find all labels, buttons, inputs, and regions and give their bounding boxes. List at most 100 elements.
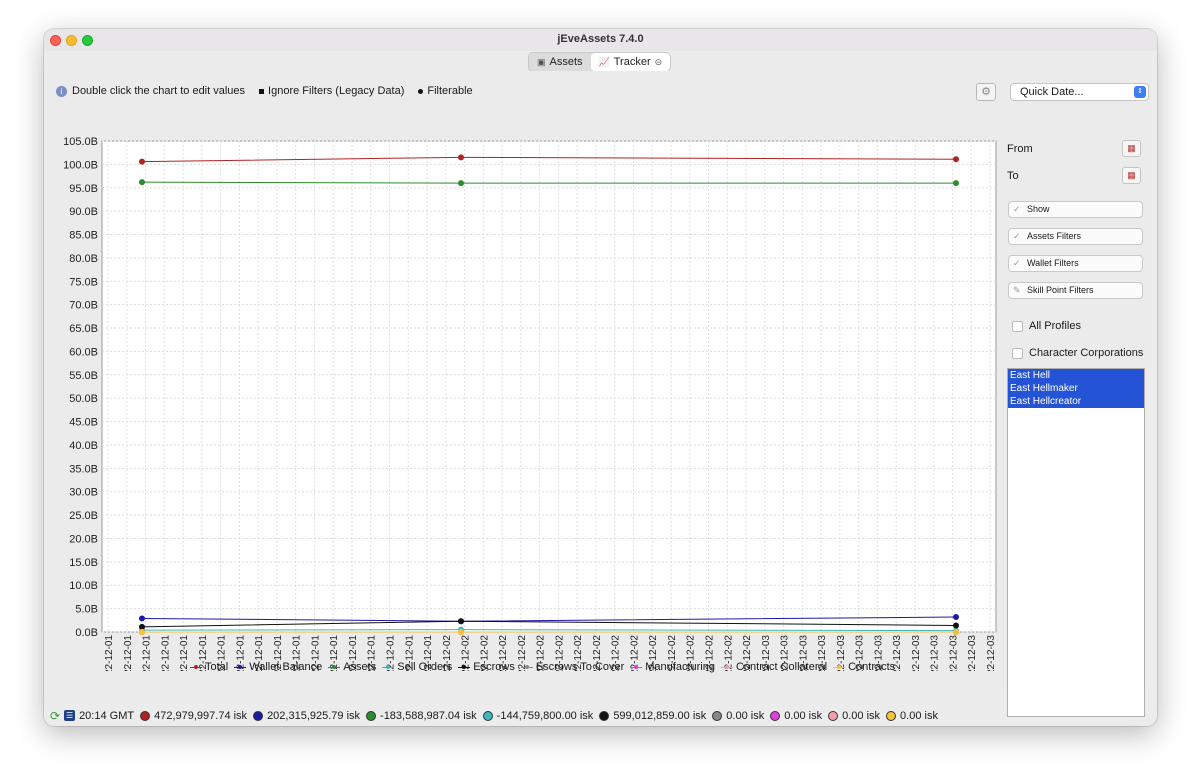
tab-assets[interactable]: ▣ Assets	[529, 53, 591, 71]
tab-tracker[interactable]: 📈 Tracker ⊝	[590, 53, 671, 71]
data-point	[953, 629, 959, 635]
x-tick-label: 2022-12-03	[930, 635, 941, 671]
legend-swatch	[630, 663, 643, 671]
legend-item: Manufacturing	[630, 661, 715, 673]
all-profiles-checkbox[interactable]: All Profiles	[1012, 320, 1081, 332]
list-item[interactable]: East Hellmaker	[1008, 382, 1144, 395]
skill-point-filters-label: Skill Point Filters	[1027, 285, 1094, 295]
y-tick-label: 65.0B	[69, 323, 98, 335]
quick-date-value: Quick Date...	[1020, 86, 1084, 98]
tab-assets-label: Assets	[549, 56, 583, 68]
x-tick-label: 2022-12-03	[911, 635, 922, 671]
data-point	[139, 179, 145, 186]
app-window: jEveAssets 7.4.0 ▣ Assets 📈 Tracker ⊝ i …	[44, 29, 1157, 726]
checkbox-box[interactable]	[1012, 347, 1023, 359]
legend-swatch	[520, 663, 533, 671]
status-time: 20:14 GMT	[79, 709, 135, 722]
ignore-filters-label: Ignore Filters (Legacy Data)	[268, 85, 405, 97]
data-point	[139, 629, 145, 635]
legend-label: Contracts	[848, 661, 896, 673]
data-point	[953, 180, 959, 187]
from-date-button[interactable]: ▦	[1122, 140, 1141, 157]
y-tick-label: 35.0B	[69, 463, 98, 475]
tracker-chart[interactable]: 0.0B 5.0B 10.0B 15.0B 20.0B 25.0B 30.0B 35.0B 40…	[50, 111, 1000, 671]
check-icon: ✓	[1013, 204, 1021, 214]
owner-list[interactable]: East Hell East Hellmaker East Hellcreato…	[1007, 368, 1145, 717]
tab-tracker-label: Tracker	[613, 56, 651, 68]
chevron-updown-icon: ⇕	[1134, 86, 1146, 98]
info-icon: i	[56, 85, 67, 97]
x-tick-label: 2022-12-03	[986, 635, 997, 671]
series-color-dot	[886, 710, 897, 721]
checkbox-box[interactable]	[1012, 320, 1023, 332]
wallet-filters-label: Wallet Filters	[1027, 258, 1079, 268]
legend-label: Escrows	[473, 661, 515, 673]
show-button-label: Show	[1027, 204, 1050, 214]
series-color-dot	[366, 710, 377, 721]
legend-label: Total	[205, 661, 229, 673]
data-point	[139, 623, 145, 630]
y-tick-label: 55.0B	[69, 370, 98, 382]
plot-area	[101, 140, 997, 633]
calendar-icon: ▦	[1127, 143, 1136, 153]
check-icon: ✓	[1013, 258, 1021, 268]
status-value-text: 472,979,997.74 isk	[154, 709, 248, 722]
show-button[interactable]: ✓ Show	[1008, 201, 1143, 218]
chart-icon: 📈	[598, 56, 610, 67]
status-value: 0.00 isk	[770, 710, 822, 722]
status-value: 202,315,925.79 isk	[253, 710, 360, 722]
legend-swatch	[382, 663, 395, 671]
y-tick-label: 20.0B	[69, 533, 98, 545]
title-bar: jEveAssets 7.4.0	[44, 29, 1157, 51]
status-value: -144,759,800.00 isk	[482, 710, 593, 722]
y-tick-label: 15.0B	[69, 557, 98, 569]
status-value: 0.00 isk	[886, 710, 938, 722]
list-item[interactable]: East Hellcreator	[1008, 395, 1144, 408]
x-tick-label: 2022-12-01	[179, 635, 190, 671]
refresh-icon[interactable]: ⟳	[50, 709, 60, 723]
y-tick-label: 100.0B	[63, 159, 98, 171]
legend-swatch	[234, 663, 247, 671]
filterable-option[interactable]: Filterable	[418, 85, 473, 97]
character-corporations-checkbox[interactable]: Character Corporations	[1012, 347, 1143, 359]
y-tick-label: 45.0B	[69, 417, 98, 429]
filterable-label: Filterable	[427, 85, 473, 97]
list-item[interactable]: East Hell	[1008, 369, 1144, 382]
assets-filters-label: Assets Filters	[1027, 231, 1082, 241]
legend-item: Contracts	[833, 661, 895, 673]
series-color-dot	[828, 710, 839, 721]
wallet-filters-button[interactable]: ✓ Wallet Filters	[1008, 255, 1143, 272]
status-bar: ⟳ ☰ 20:14 GMT 472,979,997.74 isk 202,315,…	[44, 705, 1157, 726]
legend-label: Wallet Balance	[249, 661, 323, 673]
status-value: 472,979,997.74 isk	[140, 710, 247, 722]
legend-swatch	[720, 663, 733, 671]
square-bullet-icon	[259, 88, 265, 94]
skill-point-filters-button[interactable]: ✎ Skill Point Filters	[1008, 282, 1143, 299]
x-tick-label: 2022-12-01	[142, 635, 153, 671]
status-value-text: 202,315,925.79 isk	[267, 709, 361, 722]
legend-label: Assets	[343, 661, 377, 673]
close-tab-icon[interactable]: ⊝	[655, 57, 663, 68]
assets-filters-button[interactable]: ✓ Assets Filters	[1008, 228, 1143, 245]
y-tick-label: 105.0B	[63, 136, 98, 148]
settings-button[interactable]: ⚙	[976, 83, 996, 101]
ignore-filters-option[interactable]: Ignore Filters (Legacy Data)	[259, 85, 404, 97]
window-title: jEveAssets 7.4.0	[557, 33, 644, 45]
clock-icon: ☰	[64, 710, 76, 721]
legend-item: Sell Orders	[382, 661, 452, 673]
status-value-text: 0.00 isk	[784, 709, 823, 722]
status-value-text: 0.00 isk	[726, 709, 765, 722]
chart-hint: Double click the chart to edit values	[72, 85, 246, 97]
data-point	[139, 615, 145, 622]
data-point	[458, 154, 464, 161]
y-tick-label: 5.0B	[75, 604, 98, 616]
y-tick-label: 90.0B	[69, 206, 98, 218]
pencil-icon: ✎	[1013, 285, 1021, 295]
status-value-text: -183,588,987.04 isk	[380, 709, 477, 722]
tracker-panel: i Double click the chart to edit values …	[50, 71, 1150, 717]
quick-date-select[interactable]: Quick Date... ⇕	[1010, 83, 1149, 101]
status-value: 0.00 isk	[828, 710, 880, 722]
to-date-button[interactable]: ▦	[1122, 167, 1141, 184]
series-color-dot	[599, 710, 610, 721]
data-point	[953, 614, 959, 621]
